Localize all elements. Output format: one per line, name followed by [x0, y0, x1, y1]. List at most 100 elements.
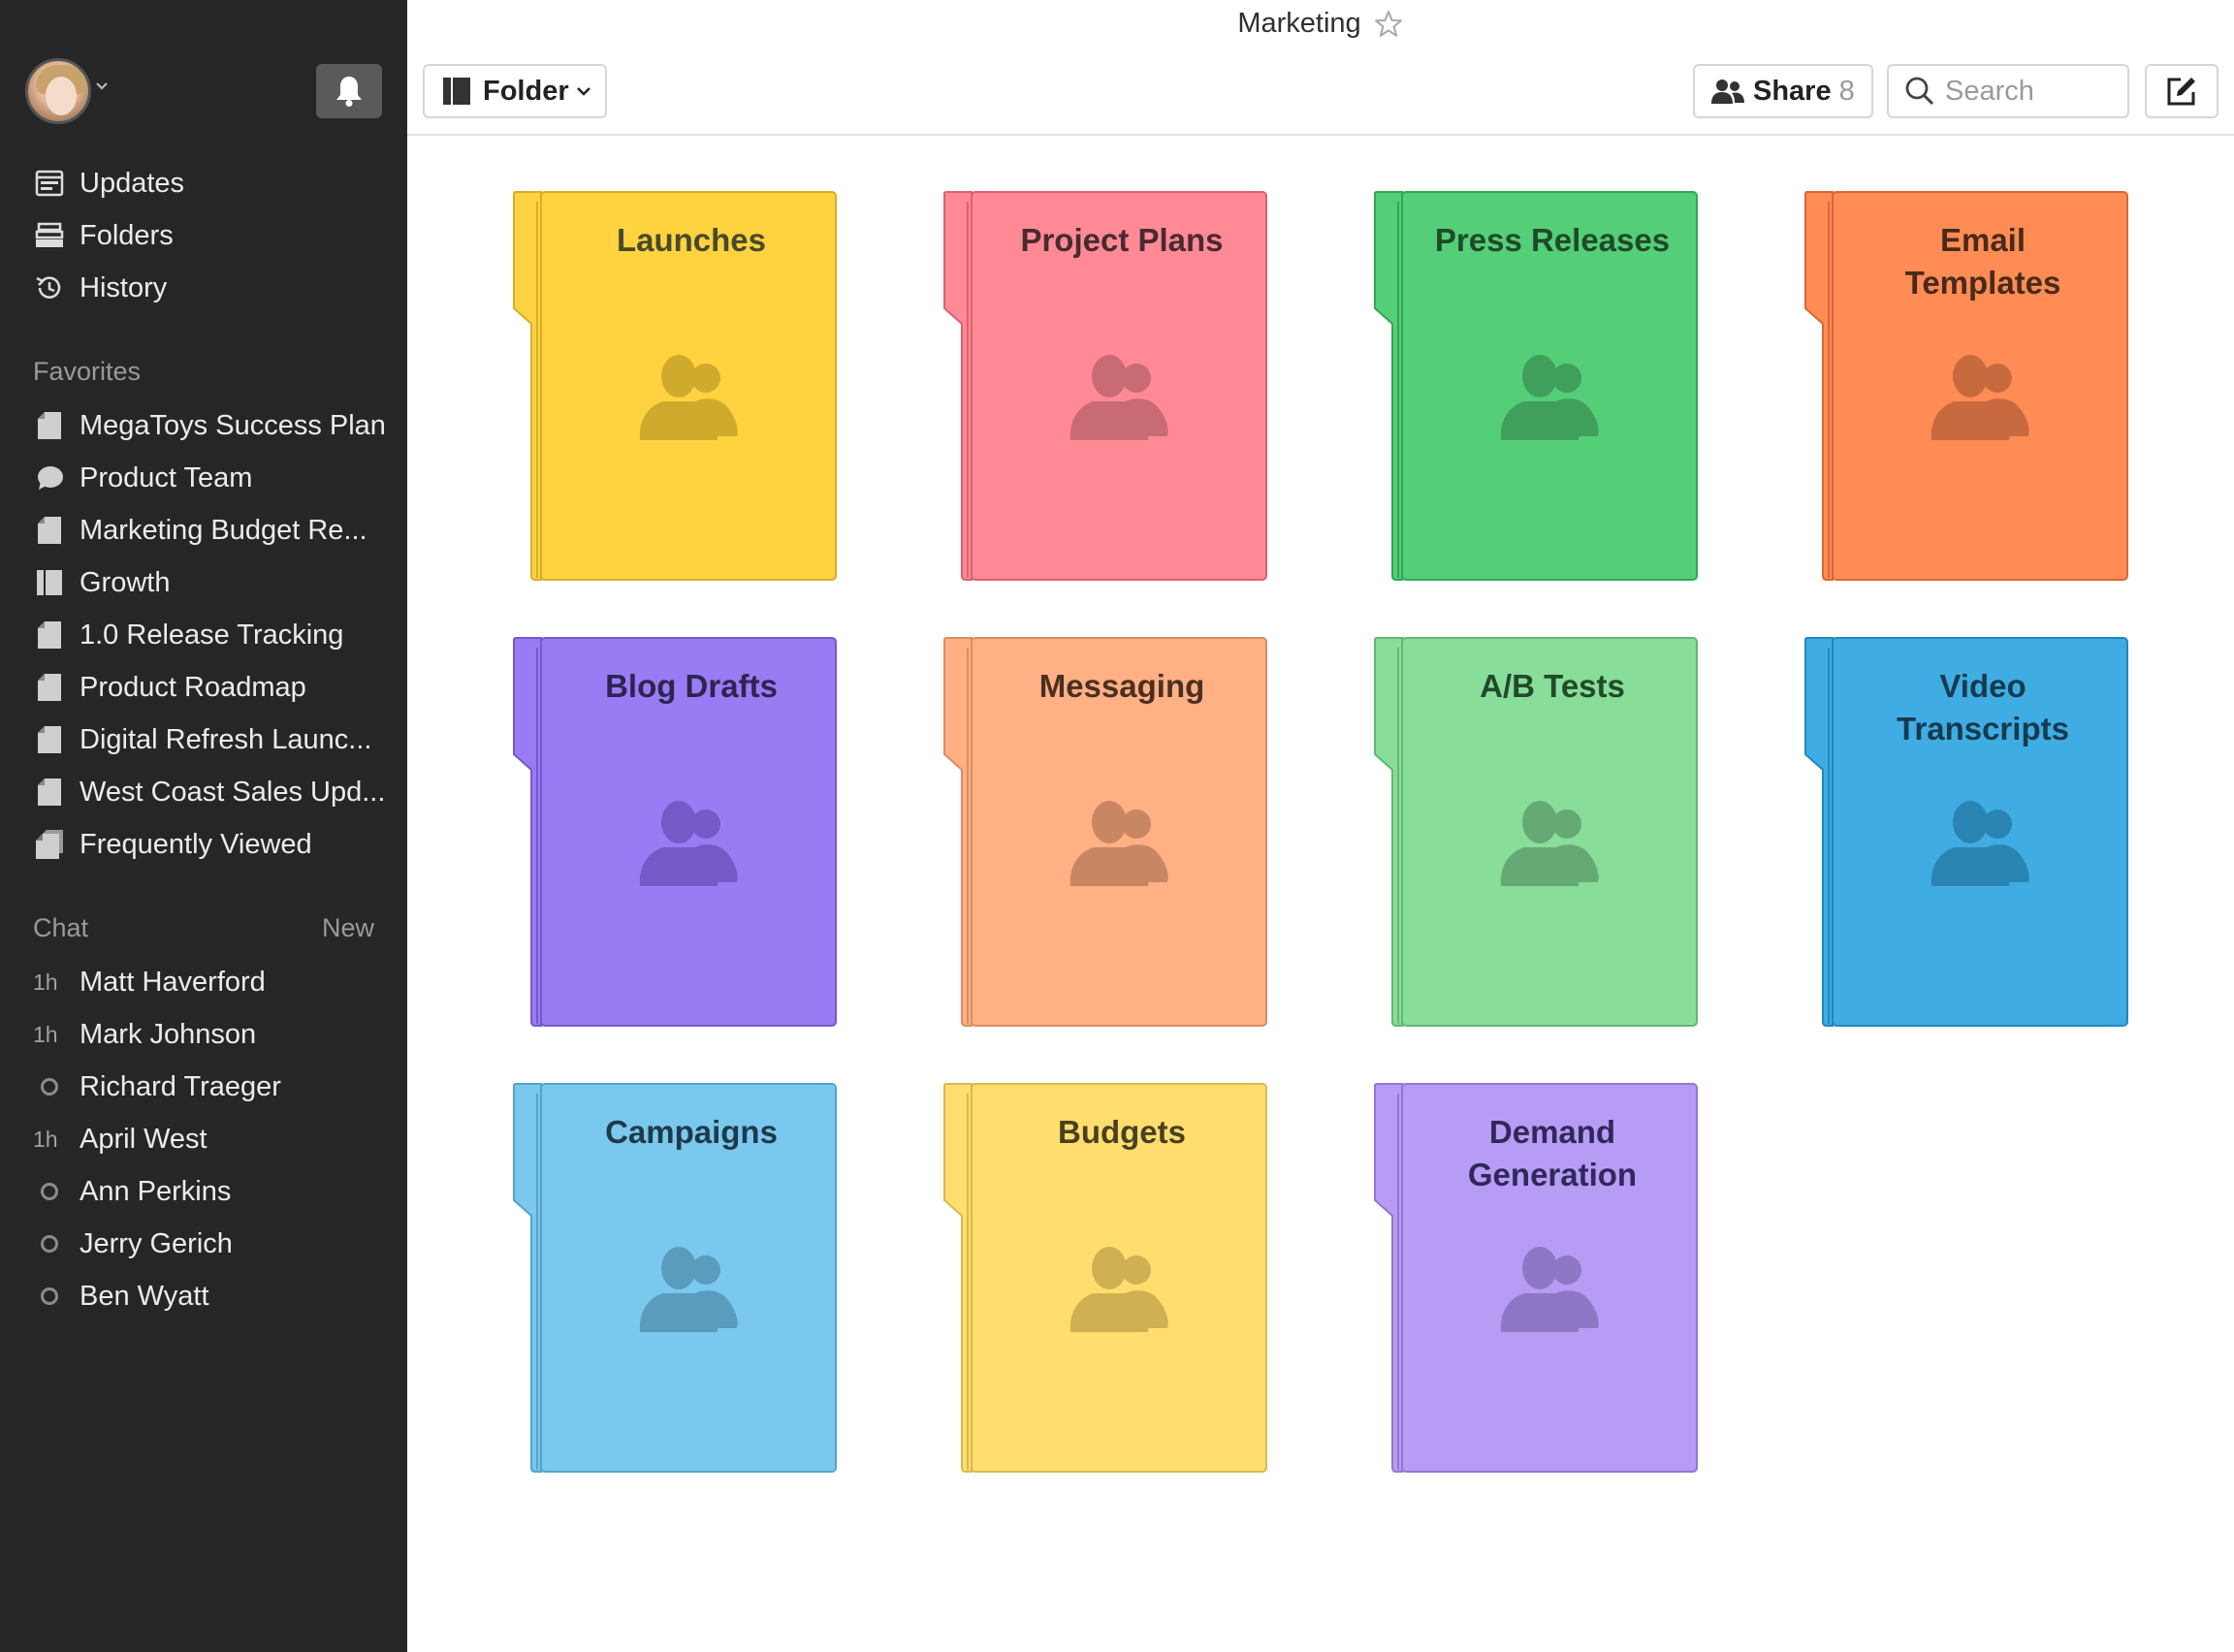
- chat-time: 1h: [33, 1021, 58, 1047]
- folder-tile[interactable]: A/B Tests: [1373, 636, 1699, 1028]
- shared-people-icon: [1931, 801, 2029, 886]
- folder-name: Budgets: [1058, 1114, 1186, 1150]
- folder-tile[interactable]: Blog Drafts: [512, 636, 838, 1028]
- search-icon: [1905, 77, 1934, 106]
- document-icon: [33, 776, 66, 809]
- search-input[interactable]: Search: [1887, 64, 2129, 118]
- document-icon: [33, 619, 66, 651]
- folder-tile[interactable]: Launches: [512, 190, 838, 582]
- folder-icon: [33, 566, 66, 599]
- share-button[interactable]: Share 8: [1693, 64, 1873, 118]
- chat-name: April West: [80, 1123, 207, 1155]
- folder-menu-button[interactable]: Folder: [423, 64, 607, 118]
- folder-name: Launches: [616, 222, 767, 258]
- folder-icon: [443, 78, 470, 105]
- favorite-label: Digital Refresh Launc...: [80, 723, 372, 755]
- chat-name: Jerry Gerich: [80, 1227, 233, 1259]
- nav-item-folders[interactable]: Folders: [33, 216, 174, 255]
- favorite-item[interactable]: Product Roadmap: [33, 668, 306, 707]
- search-placeholder: Search: [1945, 75, 2034, 107]
- folder-name: Campaigns: [605, 1114, 778, 1150]
- document-icon: [33, 723, 66, 756]
- document-title: Marketing: [407, 8, 2234, 40]
- sidebar: Updates Folders History Favorites MegaTo…: [0, 0, 407, 1652]
- folder-name: Project Plans: [1020, 222, 1224, 258]
- chat-heading: Chat: [33, 913, 89, 942]
- folder-tile[interactable]: Campaigns: [512, 1082, 838, 1474]
- chat-item[interactable]: 1h Mark Johnson: [33, 1015, 256, 1054]
- chevron-down-icon: [576, 87, 590, 96]
- chat-item[interactable]: Ben Wyatt: [33, 1277, 209, 1316]
- folder-name: Demand Generation: [1467, 1114, 1638, 1192]
- shared-people-icon: [1500, 355, 1599, 440]
- chat-time: 1h: [33, 969, 58, 995]
- shared-people-icon: [1931, 355, 2029, 440]
- folder-name: A/B Tests: [1480, 668, 1625, 704]
- share-label: Share: [1753, 75, 1832, 107]
- chat-item[interactable]: 1h April West: [33, 1120, 207, 1159]
- shared-people-icon: [639, 1247, 738, 1332]
- favorite-item[interactable]: Growth: [33, 563, 170, 602]
- shared-people-icon: [1500, 1247, 1599, 1332]
- favorite-label: Growth: [80, 566, 171, 598]
- chat-item[interactable]: 1h Matt Haverford: [33, 963, 266, 1001]
- offline-status-icon: [41, 1183, 58, 1200]
- compose-button[interactable]: [2145, 64, 2218, 118]
- document-icon: [33, 671, 66, 704]
- document-icon: [33, 409, 66, 442]
- folder-tile[interactable]: Press Releases: [1373, 190, 1699, 582]
- chat-name: Ben Wyatt: [80, 1280, 209, 1312]
- favorite-label: MegaToys Success Plan: [80, 409, 386, 441]
- nav-item-history[interactable]: History: [33, 269, 167, 307]
- favorite-item[interactable]: Marketing Budget Re...: [33, 511, 367, 550]
- folders-icon: [33, 219, 66, 252]
- notifications-button[interactable]: [316, 64, 382, 118]
- main-content: Marketing Folder Share 8 Search Launches…: [407, 0, 2234, 1652]
- offline-status-icon: [41, 1078, 58, 1096]
- new-chat-link[interactable]: New: [322, 913, 374, 943]
- favorite-item[interactable]: Product Team: [33, 459, 252, 497]
- nav-item-updates[interactable]: Updates: [33, 164, 184, 203]
- chat-item[interactable]: Richard Traeger: [33, 1067, 281, 1106]
- favorite-item[interactable]: MegaToys Success Plan: [33, 406, 386, 445]
- folder-tile[interactable]: Budgets: [942, 1082, 1268, 1474]
- nav-item-label: Folders: [80, 219, 174, 251]
- folder-tile[interactable]: Demand Generation: [1373, 1082, 1699, 1474]
- folder-name: Email Templates: [1904, 222, 2061, 301]
- favorite-label: Product Roadmap: [80, 671, 306, 703]
- offline-status-icon: [41, 1287, 58, 1305]
- folder-name: Press Releases: [1434, 222, 1671, 258]
- people-icon: [1711, 79, 1744, 104]
- folder-tile[interactable]: Project Plans: [942, 190, 1268, 582]
- chevron-down-icon[interactable]: [95, 79, 109, 93]
- chat-name: Richard Traeger: [80, 1070, 281, 1102]
- shared-people-icon: [639, 355, 738, 440]
- history-icon: [33, 271, 66, 304]
- chat-name: Matt Haverford: [80, 966, 266, 998]
- nav-item-label: History: [80, 271, 168, 303]
- favorite-item[interactable]: Digital Refresh Launc...: [33, 720, 371, 759]
- user-avatar[interactable]: [25, 58, 91, 124]
- document-title-text: Marketing: [1237, 8, 1361, 39]
- favorite-item[interactable]: 1.0 Release Tracking: [33, 616, 343, 654]
- folder-tile[interactable]: Video Transcripts: [1803, 636, 2129, 1028]
- favorite-label: Frequently Viewed: [80, 828, 312, 860]
- toolbar-divider: [407, 134, 2234, 136]
- favorite-label: Product Team: [80, 461, 253, 493]
- folder-name: Video Transcripts: [1897, 668, 2069, 747]
- updates-icon: [33, 167, 66, 200]
- folder-tile[interactable]: Messaging: [942, 636, 1268, 1028]
- favorite-item[interactable]: Frequently Viewed: [33, 825, 312, 864]
- chat-item[interactable]: Ann Perkins: [33, 1172, 231, 1211]
- compose-icon: [2167, 78, 2195, 106]
- nav-item-label: Updates: [80, 167, 185, 199]
- bell-icon: [336, 77, 362, 107]
- folder-name: Blog Drafts: [605, 668, 778, 704]
- favorite-item[interactable]: West Coast Sales Upd...: [33, 773, 385, 811]
- star-icon[interactable]: [1373, 9, 1404, 40]
- folder-tile[interactable]: Email Templates: [1803, 190, 2129, 582]
- favorite-label: West Coast Sales Upd...: [80, 776, 386, 808]
- chat-item[interactable]: Jerry Gerich: [33, 1224, 233, 1263]
- chat-name: Ann Perkins: [80, 1175, 232, 1207]
- shared-people-icon: [1500, 801, 1599, 886]
